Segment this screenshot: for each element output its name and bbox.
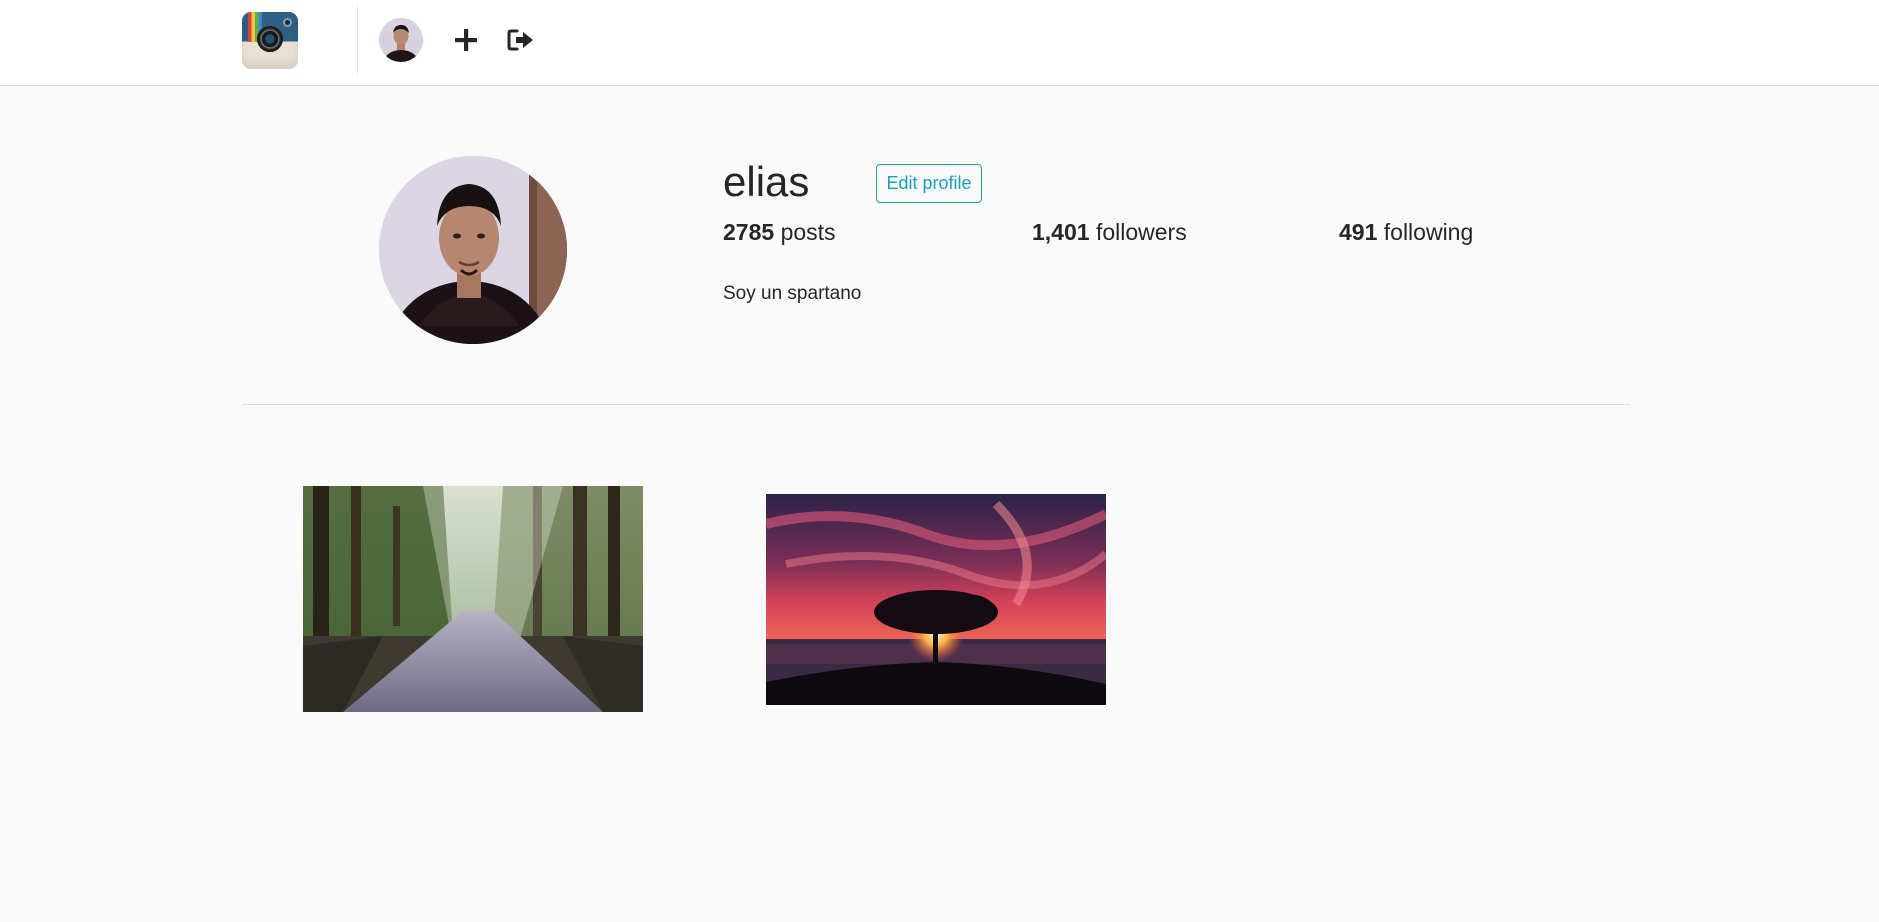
following-stat[interactable]: 491 following: [1339, 217, 1473, 247]
logout-button[interactable]: [504, 23, 538, 57]
following-label: following: [1383, 219, 1474, 245]
plus-icon: [455, 29, 477, 51]
edit-profile-button[interactable]: Edit profile: [876, 164, 982, 203]
profile-username: elias: [723, 158, 810, 205]
following-count: 491: [1339, 219, 1378, 245]
top-navbar: [0, 0, 1879, 86]
profile-bio: Soy un spartano: [723, 283, 862, 304]
posts-stat: 2785 posts: [723, 217, 836, 247]
post-thumbnail-forest-road[interactable]: [303, 486, 643, 712]
post-thumbnail-tree-sunset[interactable]: [766, 494, 1106, 705]
posts-label: posts: [780, 219, 836, 245]
nav-avatar[interactable]: [379, 18, 423, 62]
camera-logo-icon[interactable]: [242, 12, 298, 69]
followers-label: followers: [1095, 219, 1187, 245]
sign-out-icon: [507, 29, 533, 51]
followers-stat[interactable]: 1,401 followers: [1032, 217, 1187, 247]
followers-count: 1,401: [1032, 219, 1090, 245]
nav-divider: [357, 6, 358, 74]
add-post-button[interactable]: [449, 23, 483, 57]
profile-separator: [242, 404, 1630, 405]
posts-count: 2785: [723, 219, 775, 245]
profile-picture[interactable]: [379, 156, 567, 344]
